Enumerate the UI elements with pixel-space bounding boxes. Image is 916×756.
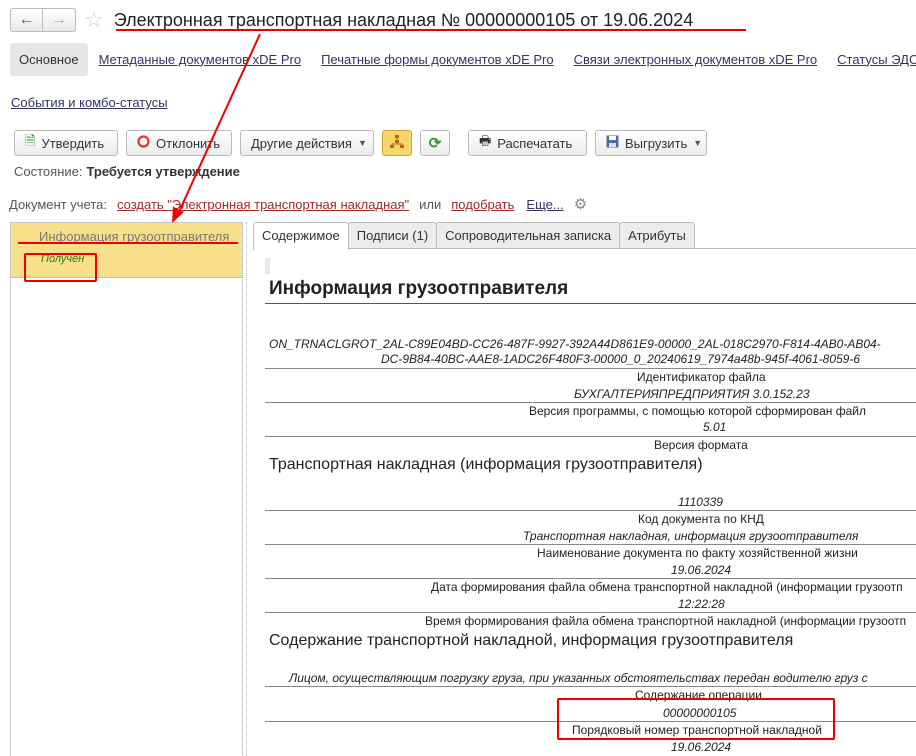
annotation-arrow: [172, 33, 261, 223]
